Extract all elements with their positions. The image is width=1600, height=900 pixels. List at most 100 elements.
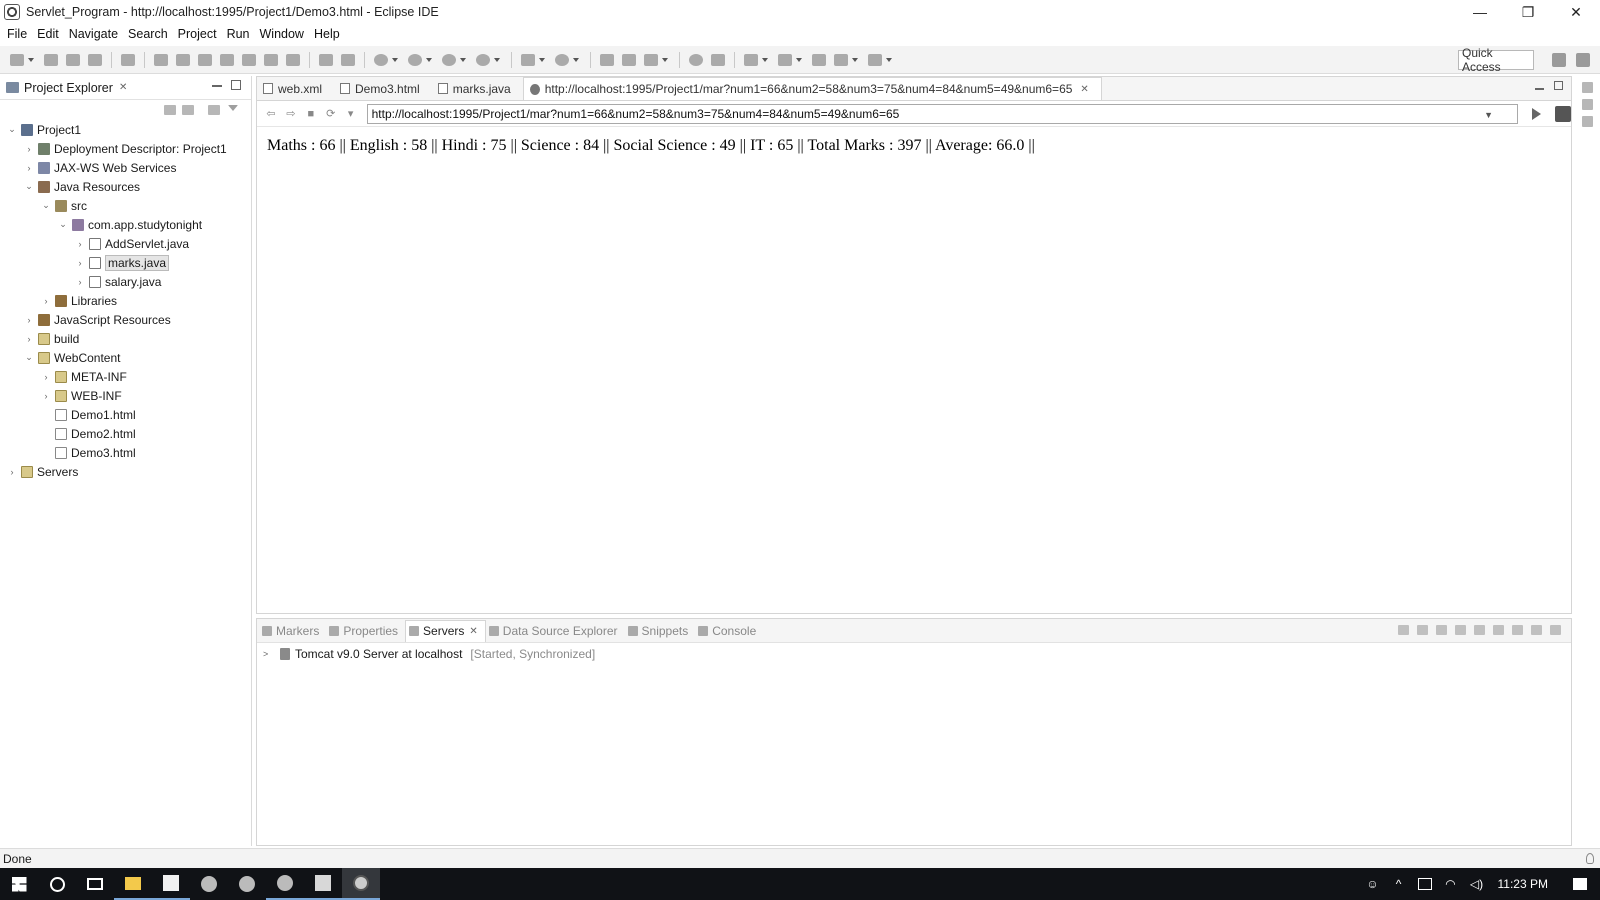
coverage-dropdown-icon[interactable] [460, 57, 466, 62]
show-hidden-icons-button[interactable]: ^ [1386, 868, 1412, 900]
chevron-right-icon[interactable]: › [23, 334, 35, 344]
forward-icon[interactable] [868, 53, 882, 66]
new-class-dropdown-icon[interactable] [573, 57, 579, 62]
back-dropdown-icon[interactable] [852, 57, 858, 62]
chevron-right-icon[interactable]: › [23, 144, 35, 154]
project-explorer-title[interactable]: Project Explorer [24, 81, 113, 95]
open-external-browser-icon[interactable] [1555, 105, 1571, 122]
view-menu-icon[interactable] [228, 105, 238, 111]
tab-marks-java[interactable]: marks.java [432, 77, 523, 100]
tree-item[interactable]: ⌄ WebContent [0, 348, 251, 367]
tab-data-source-explorer[interactable]: Data Source Explorer [486, 620, 625, 642]
tree-item[interactable]: ⌄ Project1 [0, 120, 251, 139]
search-icon[interactable] [644, 53, 658, 66]
tree-item[interactable]: ⌄ Java Resources [0, 177, 251, 196]
chevron-down-icon[interactable]: ⌄ [40, 200, 52, 211]
close-icon[interactable]: ✕ [469, 626, 477, 637]
tree-item[interactable]: › META-INF [0, 367, 251, 386]
terminate-icon[interactable] [198, 53, 212, 66]
tree-item[interactable]: › build [0, 329, 251, 348]
minimize-panel-icon[interactable] [1531, 625, 1542, 635]
outline-icon[interactable] [1581, 99, 1593, 110]
go-icon[interactable] [1532, 107, 1542, 120]
previous-annotation-icon[interactable] [778, 53, 792, 66]
stop-icon[interactable]: ■ [304, 108, 318, 120]
suspend-icon[interactable] [176, 53, 190, 66]
chevron-right-icon[interactable]: › [74, 258, 86, 268]
menu-help[interactable]: Help [309, 27, 345, 41]
chrome-button[interactable] [266, 868, 304, 900]
chevron-down-icon[interactable]: ⌄ [6, 124, 18, 135]
menu-run[interactable]: Run [222, 27, 255, 41]
tab-properties[interactable]: Properties [326, 620, 405, 642]
menu-edit[interactable]: Edit [32, 27, 64, 41]
open-task-icon[interactable] [622, 53, 636, 66]
coverage-icon[interactable] [442, 53, 456, 66]
new-server-icon[interactable] [521, 53, 535, 66]
url-input[interactable] [366, 103, 1519, 124]
minimize-editor-icon[interactable] [1535, 81, 1544, 90]
tree-item[interactable]: Demo1.html [0, 405, 251, 424]
step-return-icon[interactable] [286, 53, 300, 66]
pin-editor-icon[interactable] [711, 53, 725, 66]
chevron-right-icon[interactable]: › [40, 391, 52, 401]
chevron-down-icon[interactable]: ⌄ [23, 352, 35, 363]
eclipse-button[interactable] [342, 868, 380, 900]
tree-item[interactable]: › salary.java [0, 272, 251, 291]
tip-bulb-icon[interactable] [1586, 853, 1594, 864]
new-java-class-icon[interactable] [555, 53, 569, 66]
run-dropdown-icon[interactable] [426, 57, 432, 62]
step-over-icon[interactable] [264, 53, 278, 66]
terminal-icon[interactable] [88, 53, 102, 66]
next-annotation-icon[interactable] [744, 53, 758, 66]
step-into-icon[interactable] [242, 53, 256, 66]
previous-annotation-dropdown-icon[interactable] [796, 57, 802, 62]
forward-dropdown-icon[interactable] [886, 57, 892, 62]
close-icon[interactable]: ✕ [119, 82, 127, 93]
external-tools-dropdown-icon[interactable] [494, 57, 500, 62]
obs-button[interactable] [228, 868, 266, 900]
view-menu-icon[interactable] [1512, 625, 1523, 635]
maximize-view-icon[interactable] [231, 80, 241, 90]
tab-snippets[interactable]: Snippets [625, 620, 696, 642]
stop-server-icon[interactable] [1474, 625, 1485, 635]
browser-icon[interactable] [689, 53, 703, 66]
tree-item[interactable]: › marks.java [0, 253, 251, 272]
tree-item[interactable]: › JavaScript Resources [0, 310, 251, 329]
start-button[interactable] [0, 868, 38, 900]
tab-web-xml[interactable]: web.xml [257, 77, 334, 100]
tree-item[interactable]: Demo2.html [0, 424, 251, 443]
resume-icon[interactable] [154, 53, 168, 66]
app-button[interactable] [190, 868, 228, 900]
maximize-panel-icon[interactable] [1550, 625, 1561, 635]
chevron-right-icon[interactable]: › [23, 315, 35, 325]
maximize-editor-icon[interactable] [1554, 81, 1563, 90]
save-icon[interactable] [44, 53, 58, 66]
tree-item[interactable]: › WEB-INF [0, 386, 251, 405]
chevron-right-icon[interactable]: › [40, 296, 52, 306]
publish-icon[interactable] [1493, 625, 1504, 635]
chevron-right-icon[interactable]: › [23, 163, 35, 173]
tree-item[interactable]: › JAX-WS Web Services [0, 158, 251, 177]
menu-navigate[interactable]: Navigate [64, 27, 123, 41]
tab-servers[interactable]: Servers ✕ [405, 619, 486, 642]
menu-window[interactable]: Window [255, 27, 309, 41]
new-dropdown-icon[interactable] [28, 57, 34, 62]
battery-button[interactable] [1412, 868, 1438, 900]
wifi-button[interactable]: ◠ [1438, 868, 1464, 900]
chevron-right-icon[interactable]: › [40, 372, 52, 382]
file-explorer-button[interactable] [114, 868, 152, 900]
tab-demo3-html[interactable]: Demo3.html [334, 77, 432, 100]
next-annotation-dropdown-icon[interactable] [762, 57, 768, 62]
close-icon[interactable]: ✕ [1080, 84, 1088, 95]
volume-button[interactable]: ◁) [1464, 868, 1490, 900]
new-icon[interactable] [10, 53, 24, 66]
forward-icon[interactable]: ⇨ [284, 108, 298, 120]
people-button[interactable]: ☺ [1360, 868, 1386, 900]
tab-markers[interactable]: Markers [259, 620, 326, 642]
chevron-right-icon[interactable]: › [74, 277, 86, 287]
toggle-block-icon[interactable] [319, 53, 333, 66]
refresh-icon[interactable]: ⟳ [324, 108, 338, 120]
tree-item[interactable]: › AddServlet.java [0, 234, 251, 253]
menu-file[interactable]: File [2, 27, 32, 41]
